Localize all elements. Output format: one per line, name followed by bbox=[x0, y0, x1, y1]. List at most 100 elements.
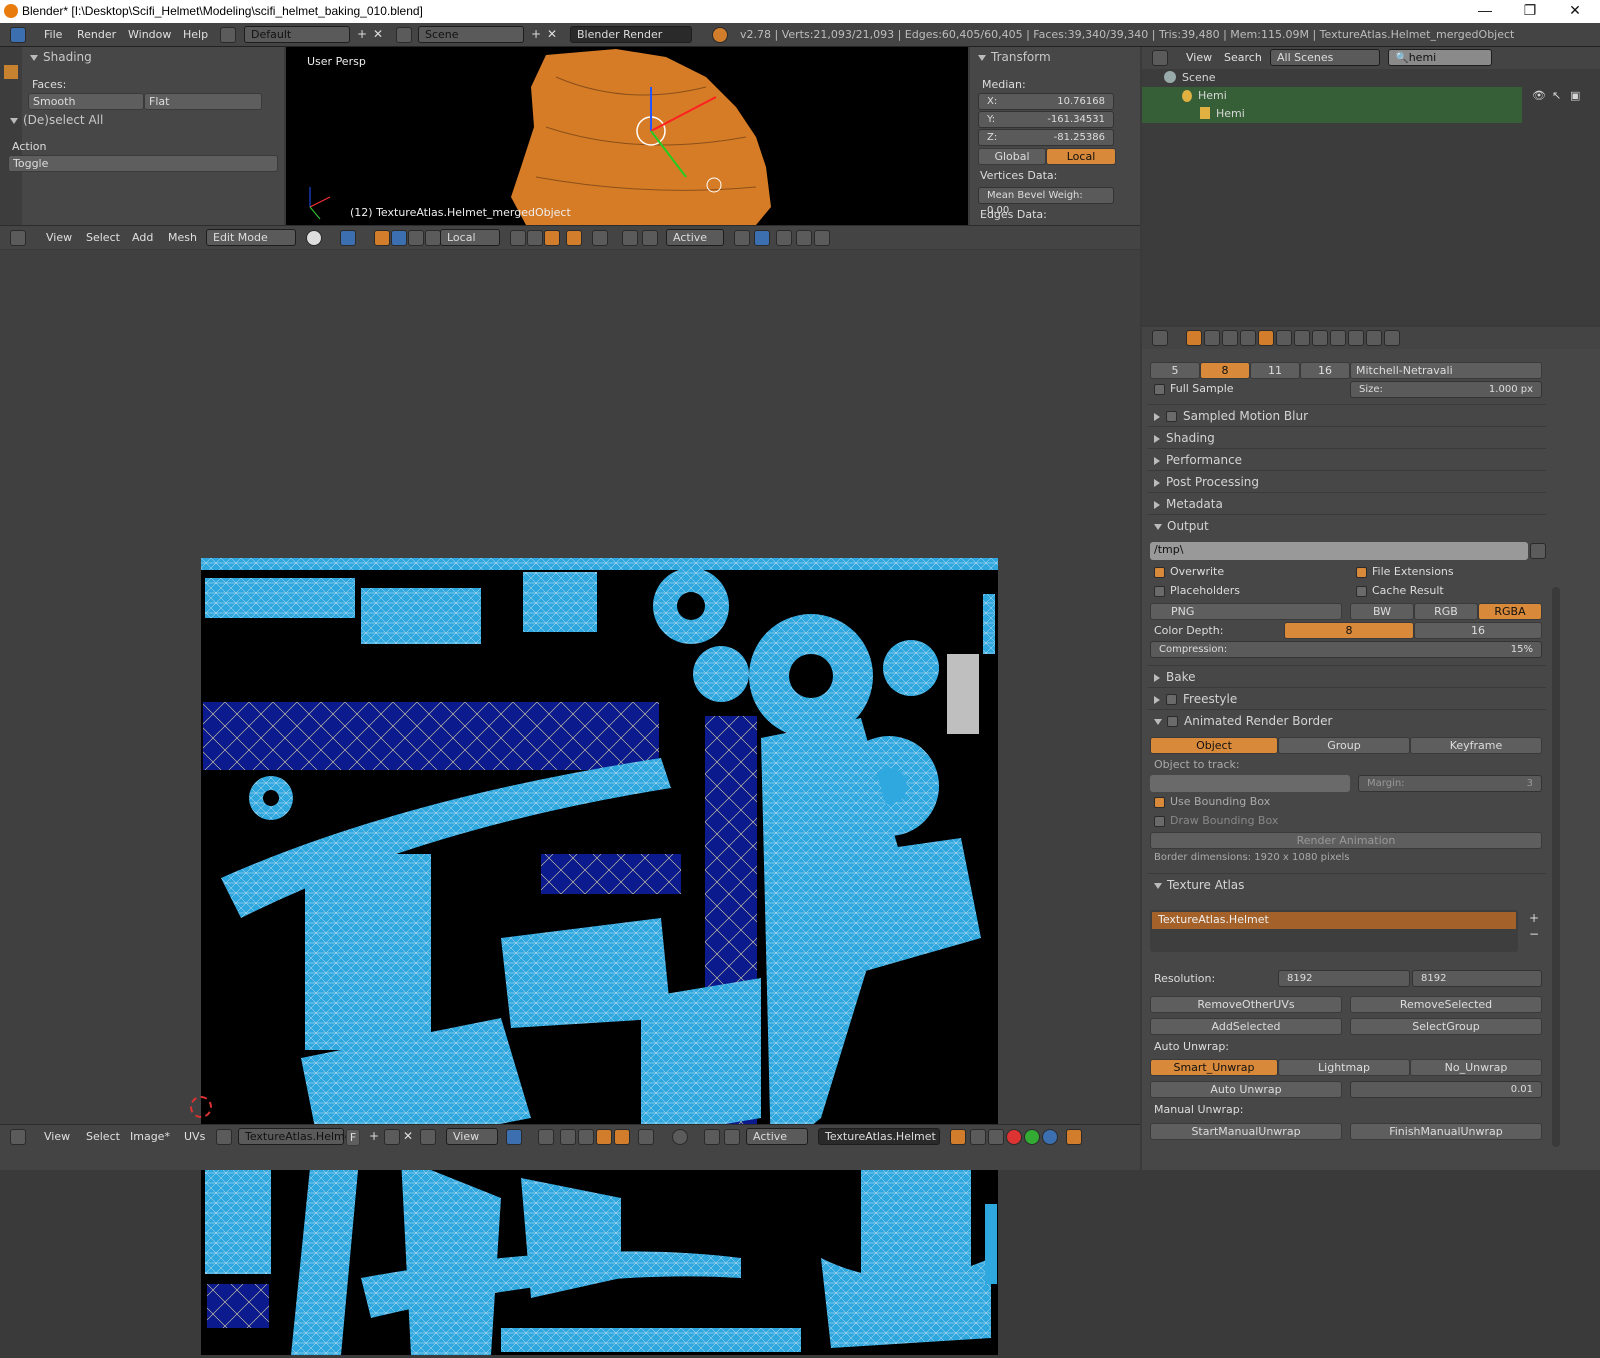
red-channel-icon[interactable] bbox=[1006, 1129, 1022, 1145]
uv-proportional-icon[interactable] bbox=[672, 1129, 688, 1145]
proportional-edit-icon[interactable] bbox=[592, 230, 608, 246]
menu-mesh[interactable]: Mesh bbox=[168, 231, 197, 244]
uv-pivot-icon[interactable] bbox=[506, 1129, 522, 1145]
menu-render[interactable]: Render bbox=[77, 28, 116, 41]
uv-view-select[interactable]: View bbox=[446, 1128, 498, 1145]
editor-type-icon[interactable] bbox=[10, 230, 26, 246]
limit-selection-icon[interactable] bbox=[566, 230, 582, 246]
uv-snap-element-icon[interactable] bbox=[724, 1129, 740, 1145]
close-icon[interactable]: ✕ bbox=[1560, 2, 1590, 19]
world-tab-icon[interactable] bbox=[1240, 330, 1256, 346]
3d-viewport[interactable]: User Persp (12) TextureAtlas.Helmet_merg… bbox=[286, 47, 968, 225]
layout-icon[interactable] bbox=[220, 27, 236, 43]
aa-16-button[interactable]: 16 bbox=[1300, 362, 1350, 379]
global-button[interactable]: Global bbox=[978, 148, 1046, 165]
section-sampled-motion-blur[interactable]: Sampled Motion Blur bbox=[1148, 404, 1546, 426]
renderable-camera-icon[interactable]: ▣ bbox=[1570, 89, 1580, 102]
add-scene-icon[interactable]: + bbox=[528, 27, 544, 43]
use-bbox-checkbox[interactable] bbox=[1154, 797, 1165, 808]
full-sample-checkbox[interactable] bbox=[1154, 384, 1165, 395]
orientation-select[interactable]: Local bbox=[440, 229, 500, 246]
add-selected-button[interactable]: AddSelected bbox=[1150, 1018, 1342, 1035]
snap-target-select[interactable]: Active bbox=[666, 229, 724, 246]
section-output[interactable]: Output bbox=[1148, 514, 1546, 536]
manipulator-icon[interactable] bbox=[374, 230, 390, 246]
start-manual-unwrap-button[interactable]: StartManualUnwrap bbox=[1150, 1123, 1342, 1140]
vertex-select-icon[interactable] bbox=[510, 230, 526, 246]
draw-bbox-checkbox[interactable] bbox=[1154, 816, 1165, 827]
2d-cursor[interactable] bbox=[190, 1096, 212, 1118]
section-performance[interactable]: Performance bbox=[1148, 448, 1546, 470]
outliner-row-lamp-data[interactable]: Hemi bbox=[1142, 105, 1522, 123]
bevel-weight-field[interactable]: Mean Bevel Weigh: 0.00 bbox=[978, 187, 1114, 216]
open-image-icon[interactable] bbox=[384, 1129, 400, 1145]
rgba-button[interactable]: RGBA bbox=[1478, 603, 1542, 620]
auto-unwrap-button[interactable]: Auto Unwrap bbox=[1150, 1081, 1342, 1098]
uv-snap-target-select[interactable]: Active bbox=[746, 1128, 808, 1145]
outliner-type-icon[interactable] bbox=[1152, 50, 1168, 66]
menu-add[interactable]: Add bbox=[132, 231, 153, 244]
blue-channel-icon[interactable] bbox=[1042, 1129, 1058, 1145]
render-animation-button[interactable]: Render Animation bbox=[1150, 832, 1542, 849]
material-tab-icon[interactable] bbox=[1330, 330, 1346, 346]
z-buffer-icon[interactable] bbox=[988, 1129, 1004, 1145]
filter-size-field[interactable]: Size: 1.000 px bbox=[1350, 381, 1542, 398]
transform-header[interactable]: Transform bbox=[978, 50, 1051, 70]
translate-icon[interactable] bbox=[391, 230, 407, 246]
uv-editor-type-icon[interactable] bbox=[10, 1129, 26, 1145]
menu-select[interactable]: Select bbox=[86, 231, 120, 244]
outliner-filter-select[interactable]: All Scenes bbox=[1270, 49, 1380, 66]
median-y-field[interactable]: Y: -161.34531 bbox=[978, 111, 1114, 128]
layers-tab-icon[interactable] bbox=[1204, 330, 1220, 346]
new-image-icon[interactable]: + bbox=[366, 1129, 382, 1145]
no-unwrap-button[interactable]: No_Unwrap bbox=[1410, 1059, 1542, 1076]
uv-layout-canvas[interactable] bbox=[201, 558, 998, 1355]
uv-menu-view[interactable]: View bbox=[44, 1130, 70, 1143]
local-button[interactable]: Local bbox=[1046, 148, 1116, 165]
sticky-select-icon[interactable] bbox=[638, 1129, 654, 1145]
smooth-button[interactable]: Smooth bbox=[28, 93, 144, 110]
bw-button[interactable]: BW bbox=[1350, 603, 1414, 620]
flat-button[interactable]: Flat bbox=[144, 93, 262, 110]
arb-group-button[interactable]: Group bbox=[1278, 737, 1410, 754]
uv-face-select-icon[interactable] bbox=[596, 1129, 612, 1145]
arb-margin-field[interactable]: Margin: 3 bbox=[1358, 775, 1542, 792]
output-path-input[interactable]: /tmp\ bbox=[1150, 542, 1528, 560]
pivot-icon[interactable] bbox=[340, 230, 356, 246]
select-group-button[interactable]: SelectGroup bbox=[1350, 1018, 1542, 1035]
outliner-search-input[interactable]: 🔍hemi bbox=[1388, 49, 1492, 66]
uv-vertex-select-icon[interactable] bbox=[560, 1129, 576, 1145]
aa-5-button[interactable]: 5 bbox=[1150, 362, 1200, 379]
particles-tab-icon[interactable] bbox=[1366, 330, 1382, 346]
overwrite-checkbox[interactable] bbox=[1154, 567, 1165, 578]
data-tab-icon[interactable] bbox=[1312, 330, 1328, 346]
unlink-image-icon[interactable]: ✕ bbox=[400, 1129, 416, 1145]
add-atlas-icon[interactable]: + bbox=[1526, 911, 1542, 927]
uv-snap-icon[interactable] bbox=[704, 1129, 720, 1145]
resolution-y-field[interactable]: 8192 bbox=[1412, 970, 1542, 987]
object-tab-icon[interactable] bbox=[1258, 330, 1274, 346]
selectable-cursor-icon[interactable]: ↖ bbox=[1552, 89, 1561, 102]
paste-icon[interactable] bbox=[796, 230, 812, 246]
paste-flip-icon[interactable] bbox=[814, 230, 830, 246]
placeholders-checkbox[interactable] bbox=[1154, 586, 1165, 597]
uv-edge-select-icon[interactable] bbox=[578, 1129, 594, 1145]
folder-browse-icon[interactable] bbox=[1530, 543, 1546, 559]
menu-file[interactable]: File bbox=[44, 28, 62, 41]
uv-menu-image[interactable]: Image* bbox=[130, 1130, 170, 1143]
uv-menu-uvs[interactable]: UVs bbox=[184, 1130, 205, 1143]
compression-slider[interactable]: Compression: 15% bbox=[1150, 641, 1542, 658]
physics-tab-icon[interactable] bbox=[1384, 330, 1400, 346]
outliner-row-lamp[interactable]: Hemi bbox=[1142, 87, 1522, 105]
snap-icon[interactable] bbox=[622, 230, 638, 246]
remove-selected-button[interactable]: RemoveSelected bbox=[1350, 996, 1542, 1013]
median-x-field[interactable]: X: 10.76168 bbox=[978, 93, 1114, 110]
outliner-row-scene[interactable]: Scene bbox=[1142, 69, 1600, 87]
display-channels-icon[interactable] bbox=[950, 1129, 966, 1145]
tool-tab[interactable] bbox=[4, 65, 18, 79]
aa-8-button[interactable]: 8 bbox=[1200, 362, 1250, 379]
copy-icon[interactable] bbox=[776, 230, 792, 246]
layout-field[interactable]: Default bbox=[244, 26, 350, 43]
resolution-x-field[interactable]: 8192 bbox=[1278, 970, 1410, 987]
properties-type-icon[interactable] bbox=[1152, 330, 1168, 346]
